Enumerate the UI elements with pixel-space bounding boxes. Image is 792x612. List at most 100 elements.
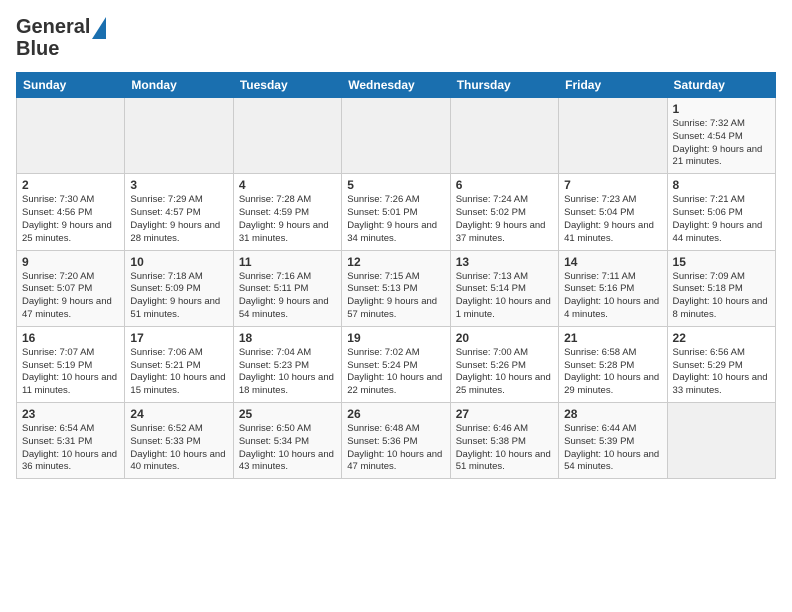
calendar-cell: 11 Sunrise: 7:16 AM Sunset: 5:11 PM Dayli… [233,250,341,326]
day-number: 25 [239,407,336,421]
day-info: Sunrise: 7:24 AM Sunset: 5:02 PM Dayligh… [456,194,553,245]
calendar-cell: 23 Sunrise: 6:54 AM Sunset: 5:31 PM Dayli… [17,403,125,479]
day-info: Sunrise: 7:16 AM Sunset: 5:11 PM Dayligh… [239,271,336,322]
day-number: 2 [22,178,119,192]
day-info: Sunrise: 7:09 AM Sunset: 5:18 PM Dayligh… [673,271,770,322]
day-header-wednesday: Wednesday [342,73,450,98]
calendar-cell: 8 Sunrise: 7:21 AM Sunset: 5:06 PM Daylig… [667,174,775,250]
day-number: 20 [456,331,553,345]
day-info: Sunrise: 7:26 AM Sunset: 5:01 PM Dayligh… [347,194,444,245]
calendar-cell [17,98,125,174]
calendar-cell: 5Sunrise: 7:26 AM Sunset: 5:01 PM Daylig… [342,174,450,250]
calendar-cell [125,98,233,174]
day-number: 15 [673,255,770,269]
day-number: 9 [22,255,119,269]
page-header: General Blue [16,16,776,60]
day-number: 10 [130,255,227,269]
day-info: Sunrise: 6:56 AM Sunset: 5:29 PM Dayligh… [673,347,770,398]
logo-text-blue: Blue [16,38,59,60]
day-info: Sunrise: 7:06 AM Sunset: 5:21 PM Dayligh… [130,347,227,398]
calendar-cell: 26 Sunrise: 6:48 AM Sunset: 5:36 PM Dayli… [342,403,450,479]
day-number: 4 [239,178,336,192]
day-info: Sunrise: 7:21 AM Sunset: 5:06 PM Dayligh… [673,194,770,245]
day-header-saturday: Saturday [667,73,775,98]
calendar-cell: 3Sunrise: 7:29 AM Sunset: 4:57 PM Daylig… [125,174,233,250]
day-number: 6 [456,178,553,192]
calendar-cell: 14 Sunrise: 7:11 AM Sunset: 5:16 PM Dayli… [559,250,667,326]
day-number: 22 [673,331,770,345]
day-info: Sunrise: 7:23 AM Sunset: 5:04 PM Dayligh… [564,194,661,245]
day-number: 12 [347,255,444,269]
calendar-cell [342,98,450,174]
day-info: Sunrise: 7:07 AM Sunset: 5:19 PM Dayligh… [22,347,119,398]
calendar-cell: 4Sunrise: 7:28 AM Sunset: 4:59 PM Daylig… [233,174,341,250]
calendar-cell [667,403,775,479]
day-number: 7 [564,178,661,192]
day-number: 27 [456,407,553,421]
calendar-cell: 27 Sunrise: 6:46 AM Sunset: 5:38 PM Dayli… [450,403,558,479]
day-info: Sunrise: 7:29 AM Sunset: 4:57 PM Dayligh… [130,194,227,245]
day-info: Sunrise: 7:18 AM Sunset: 5:09 PM Dayligh… [130,271,227,322]
day-header-thursday: Thursday [450,73,558,98]
day-number: 17 [130,331,227,345]
day-info: Sunrise: 6:46 AM Sunset: 5:38 PM Dayligh… [456,423,553,474]
day-number: 11 [239,255,336,269]
day-number: 21 [564,331,661,345]
logo: General Blue [16,16,106,60]
calendar-cell: 25 Sunrise: 6:50 AM Sunset: 5:34 PM Dayli… [233,403,341,479]
day-number: 26 [347,407,444,421]
day-info: Sunrise: 7:32 AM Sunset: 4:54 PM Dayligh… [673,118,770,169]
day-header-friday: Friday [559,73,667,98]
day-info: Sunrise: 7:20 AM Sunset: 5:07 PM Dayligh… [22,271,119,322]
calendar-header-row: SundayMondayTuesdayWednesdayThursdayFrid… [17,73,776,98]
calendar-cell [233,98,341,174]
calendar-cell: 9 Sunrise: 7:20 AM Sunset: 5:07 PM Daylig… [17,250,125,326]
calendar-cell: 2 Sunrise: 7:30 AM Sunset: 4:56 PM Daylig… [17,174,125,250]
day-info: Sunrise: 6:50 AM Sunset: 5:34 PM Dayligh… [239,423,336,474]
calendar-cell [450,98,558,174]
calendar-cell: 15 Sunrise: 7:09 AM Sunset: 5:18 PM Dayli… [667,250,775,326]
day-info: Sunrise: 7:15 AM Sunset: 5:13 PM Dayligh… [347,271,444,322]
day-info: Sunrise: 6:44 AM Sunset: 5:39 PM Dayligh… [564,423,661,474]
calendar-cell [559,98,667,174]
calendar-cell: 20 Sunrise: 7:00 AM Sunset: 5:26 PM Dayli… [450,326,558,402]
day-header-sunday: Sunday [17,73,125,98]
day-number: 19 [347,331,444,345]
day-info: Sunrise: 6:48 AM Sunset: 5:36 PM Dayligh… [347,423,444,474]
logo-text-general: General [16,16,90,38]
day-number: 8 [673,178,770,192]
calendar-cell: 21 Sunrise: 6:58 AM Sunset: 5:28 PM Dayli… [559,326,667,402]
day-info: Sunrise: 6:58 AM Sunset: 5:28 PM Dayligh… [564,347,661,398]
day-number: 28 [564,407,661,421]
day-info: Sunrise: 7:04 AM Sunset: 5:23 PM Dayligh… [239,347,336,398]
calendar-week-row: 23 Sunrise: 6:54 AM Sunset: 5:31 PM Dayli… [17,403,776,479]
day-number: 23 [22,407,119,421]
calendar-cell: 24Sunrise: 6:52 AM Sunset: 5:33 PM Dayli… [125,403,233,479]
day-info: Sunrise: 7:11 AM Sunset: 5:16 PM Dayligh… [564,271,661,322]
calendar-week-row: 1Sunrise: 7:32 AM Sunset: 4:54 PM Daylig… [17,98,776,174]
calendar-week-row: 2 Sunrise: 7:30 AM Sunset: 4:56 PM Daylig… [17,174,776,250]
calendar-cell: 12 Sunrise: 7:15 AM Sunset: 5:13 PM Dayli… [342,250,450,326]
calendar-cell: 6 Sunrise: 7:24 AM Sunset: 5:02 PM Daylig… [450,174,558,250]
day-number: 24 [130,407,227,421]
calendar-cell: 13Sunrise: 7:13 AM Sunset: 5:14 PM Dayli… [450,250,558,326]
day-number: 14 [564,255,661,269]
day-info: Sunrise: 6:54 AM Sunset: 5:31 PM Dayligh… [22,423,119,474]
day-info: Sunrise: 7:30 AM Sunset: 4:56 PM Dayligh… [22,194,119,245]
day-info: Sunrise: 7:00 AM Sunset: 5:26 PM Dayligh… [456,347,553,398]
calendar-cell: 18 Sunrise: 7:04 AM Sunset: 5:23 PM Dayli… [233,326,341,402]
day-header-tuesday: Tuesday [233,73,341,98]
day-number: 16 [22,331,119,345]
calendar-cell: 10 Sunrise: 7:18 AM Sunset: 5:09 PM Dayli… [125,250,233,326]
calendar-cell: 17 Sunrise: 7:06 AM Sunset: 5:21 PM Dayli… [125,326,233,402]
calendar-table: SundayMondayTuesdayWednesdayThursdayFrid… [16,72,776,479]
calendar-cell: 1Sunrise: 7:32 AM Sunset: 4:54 PM Daylig… [667,98,775,174]
calendar-cell: 7 Sunrise: 7:23 AM Sunset: 5:04 PM Daylig… [559,174,667,250]
calendar-cell: 16 Sunrise: 7:07 AM Sunset: 5:19 PM Dayli… [17,326,125,402]
calendar-cell: 28 Sunrise: 6:44 AM Sunset: 5:39 PM Dayli… [559,403,667,479]
calendar-cell: 22 Sunrise: 6:56 AM Sunset: 5:29 PM Dayli… [667,326,775,402]
day-number: 18 [239,331,336,345]
calendar-week-row: 16 Sunrise: 7:07 AM Sunset: 5:19 PM Dayli… [17,326,776,402]
day-number: 13 [456,255,553,269]
logo-triangle-icon [92,17,106,39]
